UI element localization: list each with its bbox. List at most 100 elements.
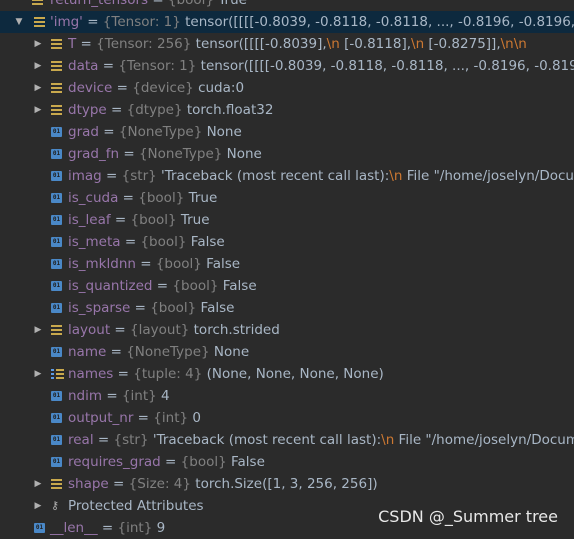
variable-row[interactable]: 01 real = {str} 'Traceback (most recent c… bbox=[0, 429, 574, 451]
variable-name: 'img' bbox=[50, 14, 83, 30]
equals-sign: = bbox=[93, 432, 114, 448]
equals-sign: = bbox=[97, 520, 118, 536]
variable-row[interactable]: 01 is_cuda = {bool} True bbox=[0, 187, 574, 209]
field-icon: 01 bbox=[51, 215, 62, 225]
equals-sign: = bbox=[108, 476, 129, 492]
variable-value: True bbox=[188, 190, 218, 206]
escape-sequence: \n bbox=[381, 432, 395, 448]
equals-sign: = bbox=[101, 168, 122, 184]
variable-name: data bbox=[68, 58, 99, 74]
variable-row[interactable]: 01 name = {NoneType} None bbox=[0, 341, 574, 363]
equals-sign: = bbox=[148, 0, 168, 8]
collapse-arrow-icon[interactable]: ▶ bbox=[33, 99, 43, 121]
variable-row[interactable]: return_tensors = {bool} True bbox=[0, 0, 574, 11]
variable-row[interactable]: 01 imag = {str} 'Traceback (most recent c… bbox=[0, 165, 574, 187]
variable-text: return_tensors = {bool} True bbox=[50, 0, 247, 11]
collapse-arrow-icon[interactable]: ▶ bbox=[33, 495, 43, 517]
equals-sign: = bbox=[110, 212, 131, 228]
variable-text: is_quantized = {bool} False bbox=[68, 275, 257, 297]
variable-name: return_tensors bbox=[50, 0, 149, 8]
variable-row[interactable]: 01 output_nr = {int} 0 bbox=[0, 407, 574, 429]
variable-type: {bool} bbox=[130, 212, 177, 228]
variable-type: {device} bbox=[132, 80, 194, 96]
variable-type: {bool} bbox=[138, 190, 185, 206]
variable-value: torch.strided bbox=[193, 322, 280, 338]
variable-text: grad_fn = {NoneType} None bbox=[68, 143, 262, 165]
variable-value: 'Traceback (most recent call last):\n Fi… bbox=[161, 168, 574, 184]
variable-name: T bbox=[68, 36, 77, 52]
variable-name: is_sparse bbox=[68, 300, 131, 316]
variable-type: {layout} bbox=[130, 322, 190, 338]
variable-row[interactable]: ▶ names = {tuple: 4} (None, None, None, N… bbox=[0, 363, 574, 385]
escape-sequence: \n bbox=[513, 36, 527, 52]
variable-row[interactable]: 01 ndim = {int} 4 bbox=[0, 385, 574, 407]
variable-value: False bbox=[230, 454, 265, 470]
variable-row[interactable]: 01 is_quantized = {bool} False bbox=[0, 275, 574, 297]
variable-row[interactable]: 01 grad_fn = {NoneType} None bbox=[0, 143, 574, 165]
variable-row[interactable]: 01 is_leaf = {bool} True bbox=[0, 209, 574, 231]
field-icon: 01 bbox=[34, 523, 45, 533]
variable-type: {tuple: 4} bbox=[133, 366, 203, 382]
variable-text: is_sparse = {bool} False bbox=[68, 297, 234, 319]
tuple-icon bbox=[51, 369, 64, 379]
variable-type: {Tensor: 1} bbox=[102, 14, 181, 30]
variable-value: True bbox=[180, 212, 210, 228]
field-icon: 01 bbox=[51, 391, 62, 401]
equals-sign: = bbox=[152, 278, 173, 294]
variable-name: is_cuda bbox=[68, 190, 119, 206]
variable-row[interactable]: 01 is_mkldnn = {bool} False bbox=[0, 253, 574, 275]
variable-type: {Tensor: 1} bbox=[118, 58, 197, 74]
watermark: CSDN @_Summer tree bbox=[378, 507, 558, 526]
expand-arrow-icon[interactable]: ▼ bbox=[14, 11, 24, 33]
field-icon: 01 bbox=[51, 259, 62, 269]
variable-text: data = {Tensor: 1} tensor([[[[-0.8039, -… bbox=[68, 55, 574, 77]
field-icon: 01 bbox=[51, 347, 62, 357]
variable-row[interactable]: ▶ T = {Tensor: 256} tensor([[[[-0.8039],\… bbox=[0, 33, 574, 55]
variable-row[interactable]: 01 grad = {NoneType} None bbox=[0, 121, 574, 143]
variable-text: Protected Attributes bbox=[68, 495, 204, 517]
variable-row[interactable]: ▶ device = {device} cuda:0 bbox=[0, 77, 574, 99]
variable-name: dtype bbox=[68, 102, 107, 118]
variable-type: {int} bbox=[117, 520, 153, 536]
variable-row[interactable]: 01 is_sparse = {bool} False bbox=[0, 297, 574, 319]
variable-row[interactable]: ▶ layout = {layout} torch.strided bbox=[0, 319, 574, 341]
collapse-arrow-icon[interactable]: ▶ bbox=[33, 55, 43, 77]
variable-row[interactable]: ▶ dtype = {dtype} torch.float32 bbox=[0, 99, 574, 121]
escape-sequence: \n bbox=[411, 36, 425, 52]
variable-row[interactable]: ▶ data = {Tensor: 1} tensor([[[[-0.8039, … bbox=[0, 55, 574, 77]
variable-type: {NoneType} bbox=[126, 344, 210, 360]
debugger-variables-tree: return_tensors = {bool} True ▼ 'img' = {Te… bbox=[0, 0, 574, 539]
variable-row[interactable]: ▼ 'img' = {Tensor: 1} tensor([[[[-0.8039,… bbox=[0, 11, 574, 33]
variable-type: {bool} bbox=[155, 256, 202, 272]
variable-text: dtype = {dtype} torch.float32 bbox=[68, 99, 273, 121]
variable-name: ndim bbox=[68, 388, 103, 404]
list-icon bbox=[51, 479, 63, 489]
collapse-arrow-icon[interactable]: ▶ bbox=[33, 319, 43, 341]
field-icon: 01 bbox=[51, 413, 62, 423]
variable-row[interactable]: ▶ shape = {Size: 4} torch.Size([1, 3, 256… bbox=[0, 473, 574, 495]
collapse-arrow-icon[interactable]: ▶ bbox=[33, 473, 43, 495]
variable-text: real = {str} 'Traceback (most recent cal… bbox=[68, 429, 574, 451]
variable-type: {bool} bbox=[180, 454, 227, 470]
variable-row[interactable]: 01 is_meta = {bool} False bbox=[0, 231, 574, 253]
variable-name: is_quantized bbox=[68, 278, 153, 294]
variable-name: shape bbox=[68, 476, 109, 492]
variable-type: {int} bbox=[153, 410, 189, 426]
variable-type: {Size: 4} bbox=[128, 476, 191, 492]
variable-text: name = {NoneType} None bbox=[68, 341, 249, 363]
collapse-arrow-icon[interactable]: ▶ bbox=[33, 77, 43, 99]
equals-sign: = bbox=[98, 124, 119, 140]
equals-sign: = bbox=[160, 454, 181, 470]
variable-type: {bool} bbox=[172, 278, 219, 294]
variable-value: None bbox=[226, 146, 262, 162]
variable-value: None bbox=[206, 124, 242, 140]
variable-name: output_nr bbox=[68, 410, 134, 426]
field-icon: 01 bbox=[51, 457, 62, 467]
list-icon bbox=[51, 83, 63, 93]
collapse-arrow-icon[interactable]: ▶ bbox=[33, 363, 43, 385]
collapse-arrow-icon[interactable]: ▶ bbox=[33, 33, 43, 55]
key-icon: ⚷ bbox=[51, 499, 60, 512]
variable-row[interactable]: 01 requires_grad = {bool} False bbox=[0, 451, 574, 473]
variable-text: is_cuda = {bool} True bbox=[68, 187, 217, 209]
variable-name: is_mkldnn bbox=[68, 256, 136, 272]
